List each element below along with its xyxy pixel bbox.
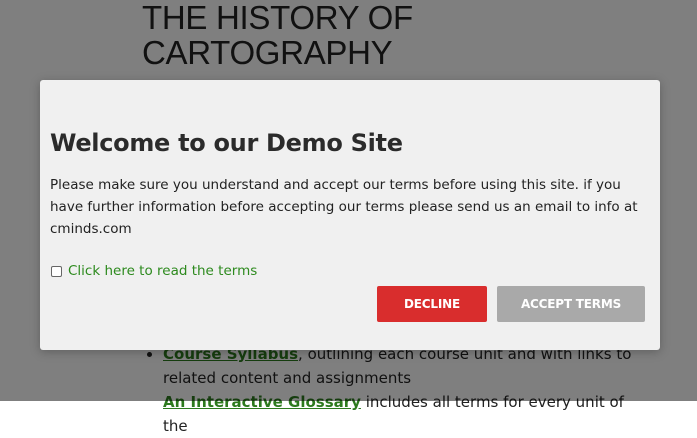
modal-body-text: Please make sure you understand and acce… <box>50 177 638 237</box>
terms-modal: Welcome to our Demo Site Please make sur… <box>40 80 660 350</box>
accept-terms-button[interactable]: ACCEPT TERMS <box>497 286 645 322</box>
terms-checkbox[interactable] <box>51 265 62 277</box>
modal-title: Welcome to our Demo Site <box>50 129 403 157</box>
read-terms-link[interactable]: Click here to read the terms <box>68 263 257 279</box>
decline-button[interactable]: DECLINE <box>377 286 487 322</box>
terms-row: Click here to read the terms <box>50 261 257 281</box>
